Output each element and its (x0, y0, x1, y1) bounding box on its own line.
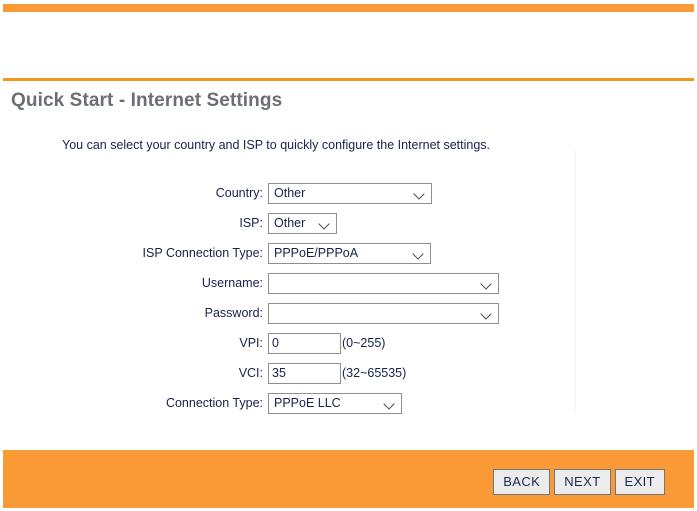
field-vci-wrap: (32~65535) (268, 362, 407, 384)
label-isp: ISP: (239, 216, 263, 230)
country-select-value: Other (274, 185, 306, 200)
chevron-down-icon (414, 187, 427, 200)
chevron-down-icon (384, 397, 397, 410)
vpi-input[interactable] (268, 332, 341, 354)
label-country: Country: (215, 186, 263, 200)
next-button[interactable]: NEXT (554, 469, 611, 495)
vpi-range-hint: (0~255) (342, 336, 386, 350)
field-connection-type-wrap: PPPoE LLC (268, 392, 402, 414)
label-connection-type: Connection Type: (165, 396, 263, 410)
chevron-down-icon (413, 247, 426, 260)
field-country-wrap: Other (268, 182, 432, 204)
footer-button-group: BACK NEXT EXIT (493, 469, 665, 495)
form-row-username: Username: (0, 268, 560, 298)
chevron-down-icon (481, 307, 494, 320)
isp-connection-type-value: PPPoE/PPPoA (274, 245, 359, 260)
connection-type-select[interactable]: PPPoE LLC (268, 392, 402, 414)
page-title: Quick Start - Internet Settings (11, 90, 283, 111)
form-row-isp: ISP: Other (0, 208, 560, 238)
label-vpi: VPI: (239, 336, 263, 350)
field-vpi-wrap: (0~255) (268, 332, 386, 354)
form-row-connection-type: Connection Type: PPPoE LLC (0, 388, 560, 418)
form-row-password: Password: (0, 298, 560, 328)
field-username-wrap (268, 272, 499, 294)
top-accent-bar (3, 4, 694, 12)
label-vci: VCI: (238, 366, 263, 380)
isp-select[interactable]: Other (268, 212, 337, 234)
field-isp-wrap: Other (268, 212, 337, 234)
footer-bar: BACK NEXT EXIT (3, 450, 694, 508)
label-isp-connection-type: ISP Connection Type: (142, 246, 263, 260)
chevron-down-icon (481, 277, 494, 290)
isp-select-value: Other (274, 215, 306, 230)
field-isp-connection-type-wrap: PPPoE/PPPoA (268, 242, 431, 264)
vci-range-hint: (32~65535) (342, 366, 407, 380)
back-button[interactable]: BACK (493, 469, 551, 495)
header-divider (3, 78, 694, 81)
password-select[interactable] (268, 302, 499, 324)
isp-connection-type-select[interactable]: PPPoE/PPPoA (268, 242, 431, 264)
form-row-vci: VCI: (32~65535) (0, 358, 560, 388)
username-select[interactable] (268, 272, 499, 294)
chevron-down-icon (319, 217, 332, 230)
exit-button[interactable]: EXIT (614, 469, 665, 495)
field-password-wrap (268, 302, 499, 324)
internet-settings-form: Country: Other ISP: Other ISP Connection… (0, 178, 560, 418)
content-seam (575, 150, 576, 412)
form-row-isp-connection-type: ISP Connection Type: PPPoE/PPPoA (0, 238, 560, 268)
vci-input[interactable] (268, 362, 341, 384)
label-username: Username: (201, 276, 263, 290)
connection-type-value: PPPoE LLC (274, 395, 341, 410)
form-row-country: Country: Other (0, 178, 560, 208)
country-select[interactable]: Other (268, 182, 432, 204)
label-password: Password: (204, 306, 263, 320)
page-description: You can select your country and ISP to q… (62, 138, 491, 152)
form-row-vpi: VPI: (0~255) (0, 328, 560, 358)
